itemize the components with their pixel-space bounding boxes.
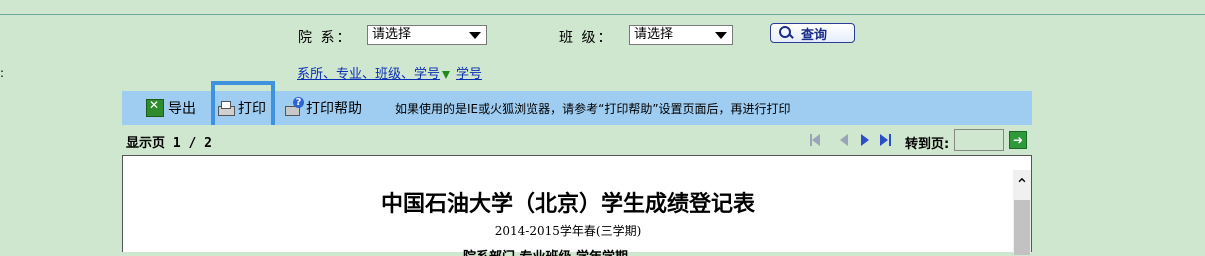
chevron-down-icon xyxy=(715,32,727,39)
excel-export-icon xyxy=(146,98,164,117)
query-button-label: 查询 xyxy=(801,27,828,43)
class-select[interactable]: 请选择 xyxy=(629,25,733,45)
first-page-icon[interactable] xyxy=(812,134,820,146)
last-page-icon[interactable] xyxy=(880,134,888,146)
page-info: 显示页 1 / 2 xyxy=(126,136,212,151)
report-title: 中国石油大学（北京）学生成绩登记表 xyxy=(380,191,755,217)
sort-by-id-link[interactable]: 学号 xyxy=(456,67,482,82)
sort-links: 系所、专业、班级、学号 学号 xyxy=(297,63,482,82)
goto-label: 转到页: xyxy=(905,137,950,152)
chevron-down-icon xyxy=(469,32,481,39)
export-button[interactable]: 导出 xyxy=(146,91,196,125)
dept-label: 院 系： xyxy=(298,30,353,46)
edge-mark: : xyxy=(0,66,5,80)
report-scrollbar[interactable]: ⌃ xyxy=(1013,170,1031,255)
print-help-label: 打印帮助 xyxy=(306,101,362,117)
pager-bar: 显示页 1 / 2 转到页: ➜ xyxy=(122,125,1032,156)
last-page-bar xyxy=(889,134,891,146)
printer-help-icon xyxy=(285,97,304,116)
dept-select-value: 请选择 xyxy=(372,27,412,42)
print-help-button[interactable]: 打印帮助 xyxy=(285,91,362,125)
scroll-up-icon[interactable]: ⌃ xyxy=(1013,170,1031,198)
goto-arrow-icon[interactable]: ➜ xyxy=(1009,131,1027,149)
class-select-value: 请选择 xyxy=(634,27,674,42)
next-page-icon[interactable] xyxy=(861,134,869,146)
class-label: 班 级： xyxy=(559,30,614,46)
query-button[interactable]: 查询 xyxy=(770,23,855,43)
prev-page-icon[interactable] xyxy=(840,134,848,146)
sort-by-dept-link[interactable]: 系所、专业、班级、学号 xyxy=(297,67,440,82)
sort-down-arrow-icon xyxy=(442,70,451,79)
top-divider xyxy=(0,14,1205,15)
print-tip: 如果使用的是IE或火狐浏览器，请参考“打印帮助”设置页面后，再进行打印 xyxy=(395,101,791,116)
goto-page-input[interactable] xyxy=(954,129,1004,151)
report-partial-line: 院系部门 专业班级 学年学期 xyxy=(463,246,683,256)
export-label: 导出 xyxy=(168,101,196,117)
report-term: 2014-2015学年春(三学期) xyxy=(494,224,642,238)
scroll-thumb[interactable] xyxy=(1014,200,1030,255)
search-icon xyxy=(779,26,793,40)
report-viewer: 中国石油大学（北京）学生成绩登记表 2014-2015学年春(三学期) 院系部门… xyxy=(122,155,1032,256)
dept-select[interactable]: 请选择 xyxy=(367,25,487,45)
